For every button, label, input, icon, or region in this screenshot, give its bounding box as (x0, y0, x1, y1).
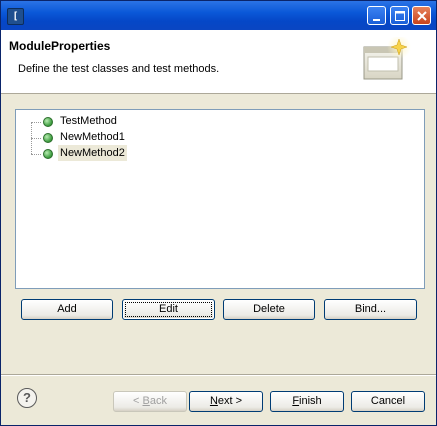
tree-guide-line (31, 154, 41, 155)
minimize-icon (373, 19, 380, 21)
edit-button[interactable]: Edit (122, 299, 215, 320)
footer-separator (1, 374, 436, 376)
add-button[interactable]: Add (21, 299, 113, 320)
close-icon (417, 11, 427, 21)
next-label-mnemonic: N (209, 395, 218, 407)
tree-guide-line (31, 122, 41, 123)
tree-item-label: TestMethod (60, 115, 117, 127)
test-method-tree[interactable]: TestMethod NewMethod1 NewMethod2 (15, 109, 425, 289)
method-icon (43, 149, 53, 159)
tree-item-label: NewMethod1 (60, 131, 125, 143)
back-button[interactable]: < Back (113, 391, 187, 412)
bind-button[interactable]: Bind... (324, 299, 417, 320)
minimize-button[interactable] (367, 6, 386, 25)
close-button[interactable] (412, 6, 431, 25)
eclipse-app-icon: [ (7, 8, 24, 25)
delete-button[interactable]: Delete (223, 299, 315, 320)
page-description: Define the test classes and test methods… (18, 63, 220, 75)
title-bar[interactable]: [ (1, 1, 436, 30)
back-label-mnemonic: B (142, 395, 150, 407)
wizard-header: ModuleProperties Define the test classes… (1, 30, 436, 94)
back-label-prefix: < (133, 395, 143, 407)
method-icon (43, 117, 53, 127)
finish-button[interactable]: Finish (270, 391, 344, 412)
maximize-button[interactable] (390, 6, 409, 25)
cancel-button[interactable]: Cancel (351, 391, 425, 412)
wizard-dialog: [ ModuleProperties Define the test class… (0, 0, 437, 426)
help-icon[interactable]: ? (17, 388, 37, 408)
page-title: ModuleProperties (9, 39, 111, 53)
tree-guide-line (31, 138, 41, 139)
next-button[interactable]: Next > (189, 391, 263, 412)
method-icon (43, 133, 53, 143)
back-label-rest: ack (149, 395, 167, 407)
finish-label-rest: inish (299, 395, 322, 407)
tree-item-label: NewMethod2 (58, 145, 127, 161)
maximize-icon (395, 11, 405, 21)
wizard-banner-icon (363, 37, 411, 80)
next-label-rest: ext > (217, 395, 243, 407)
